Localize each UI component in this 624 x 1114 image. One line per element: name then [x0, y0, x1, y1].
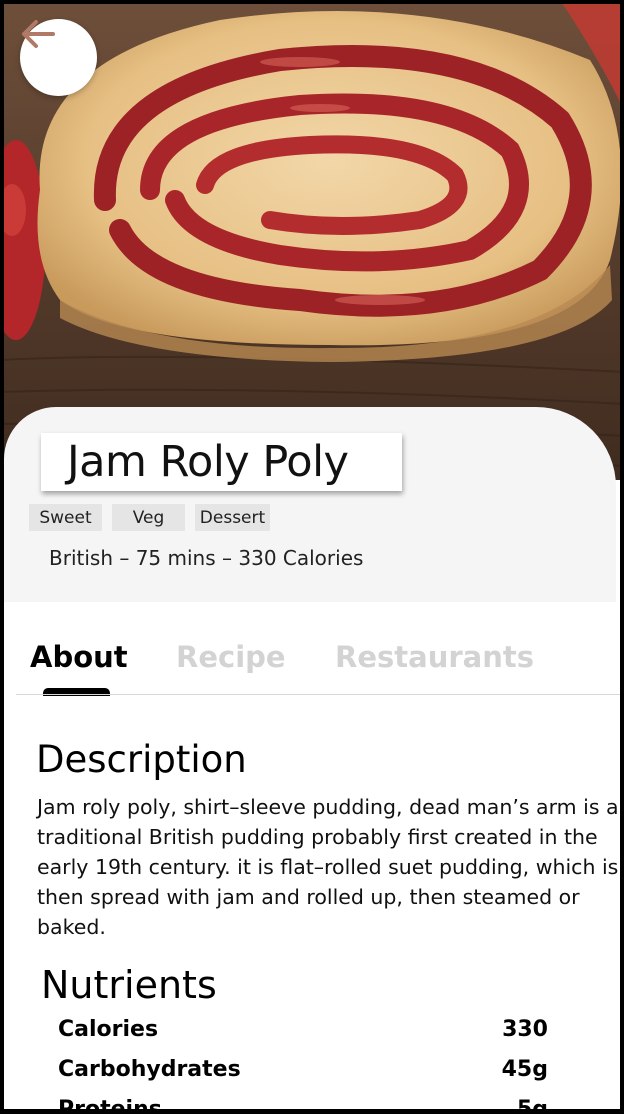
- nutrient-value: 330: [502, 1017, 548, 1042]
- nutrient-label: Calories: [58, 1017, 159, 1042]
- tab-bar: About Recipe Restaurants: [0, 640, 624, 695]
- dish-title: Jam Roly Poly: [67, 437, 349, 487]
- nutrient-label: Carbohydrates: [58, 1057, 241, 1082]
- title-card: Jam Roly Poly: [41, 433, 402, 491]
- tab-about[interactable]: About: [30, 640, 128, 674]
- tag-chip[interactable]: Sweet: [29, 504, 102, 531]
- tab-divider: [16, 694, 620, 695]
- tab-recipe[interactable]: Recipe: [176, 640, 286, 674]
- description-heading: Description: [36, 738, 247, 781]
- app-screen: Jam Roly Poly Sweet Veg Dessert British …: [0, 0, 624, 1114]
- nutrient-row: Proteins 5g: [58, 1097, 548, 1114]
- back-button[interactable]: [20, 19, 97, 96]
- nutrients-heading: Nutrients: [41, 963, 217, 1007]
- tag-chip[interactable]: Dessert: [195, 504, 270, 531]
- arrow-left-icon: [22, 20, 55, 48]
- nutrient-row: Carbohydrates 45g: [58, 1057, 548, 1087]
- nutrient-value: 5g: [516, 1097, 548, 1114]
- tag-chip[interactable]: Veg: [112, 504, 185, 531]
- nutrient-row: Calories 330: [58, 1017, 548, 1047]
- dish-meta: British – 75 mins – 330 Calories: [49, 546, 364, 570]
- description-text: Jam roly poly, shirt–sleeve pudding, dea…: [37, 795, 619, 939]
- tag-list: Sweet Veg Dessert: [29, 504, 270, 531]
- nutrient-value: 45g: [501, 1057, 548, 1082]
- tab-restaurants[interactable]: Restaurants: [335, 640, 534, 674]
- nutrient-label: Proteins: [58, 1097, 162, 1114]
